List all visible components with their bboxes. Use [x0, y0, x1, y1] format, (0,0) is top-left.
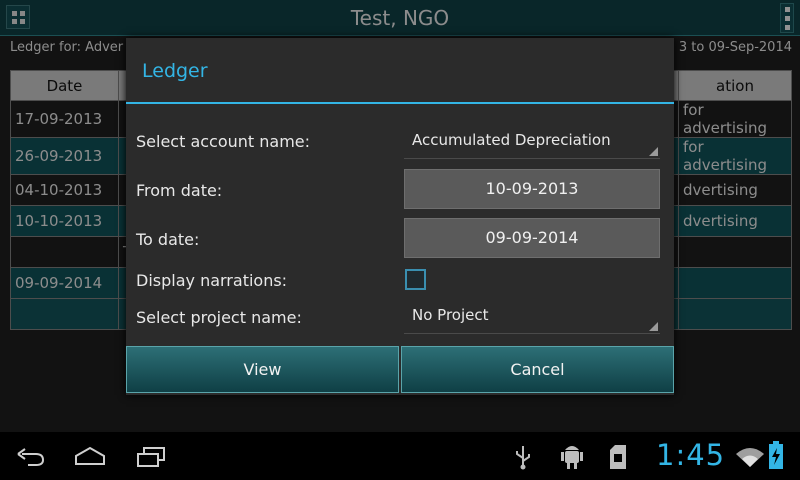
system-bar: 1:45 — [0, 432, 800, 480]
usb-icon — [516, 446, 530, 470]
back-icon[interactable] — [16, 446, 46, 468]
display-narrations-checkbox[interactable] — [405, 269, 426, 290]
spinner-arrow-icon — [649, 147, 658, 156]
project-name-spinner[interactable]: No Project — [404, 300, 660, 334]
sd-card-icon — [610, 445, 626, 469]
wifi-icon — [736, 448, 764, 467]
to-date-field[interactable]: 09-09-2014 — [404, 218, 660, 258]
title-divider — [126, 102, 674, 104]
android-debug-icon — [561, 446, 583, 469]
view-button[interactable]: View — [126, 346, 399, 393]
home-icon[interactable] — [74, 446, 106, 466]
project-name-value: No Project — [412, 306, 489, 324]
project-name-label: Select project name: — [136, 308, 302, 327]
ledger-dialog: Ledger Select account name: Accumulated … — [126, 38, 674, 395]
cancel-button[interactable]: Cancel — [401, 346, 674, 393]
display-narrations-label: Display narrations: — [136, 271, 288, 290]
account-name-value: Accumulated Depreciation — [412, 131, 611, 149]
from-date-field[interactable]: 10-09-2013 — [404, 169, 660, 209]
recent-apps-icon[interactable] — [136, 446, 166, 468]
spinner-arrow-icon — [649, 322, 658, 331]
dialog-title: Ledger — [142, 60, 208, 82]
from-date-label: From date: — [136, 181, 223, 200]
account-name-spinner[interactable]: Accumulated Depreciation — [404, 125, 660, 159]
battery-charging-icon — [769, 441, 783, 469]
account-name-label: Select account name: — [136, 132, 311, 151]
status-clock: 1:45 — [656, 438, 726, 472]
to-date-label: To date: — [136, 230, 200, 249]
